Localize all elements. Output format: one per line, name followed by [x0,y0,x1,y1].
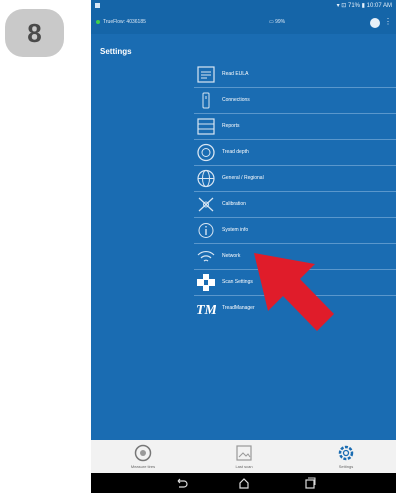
menu-item-label: Reports [222,123,240,129]
menu-item-read-eula[interactable]: Read EULA [194,62,396,88]
menu-item-label: Calibration [222,201,246,207]
truflow-label: TrueFlow: 4036185 [103,19,146,25]
menu-item-calibration[interactable]: Calibration [194,192,396,218]
menu-item-network[interactable]: Network [194,244,396,270]
menu-item-reports[interactable]: Reports [194,114,396,140]
globe-icon [196,169,216,188]
menu-item-label: Tread depth [222,149,249,155]
connection-status-dot [96,20,100,24]
recents-icon[interactable] [303,476,317,490]
menu-item-connections[interactable]: Connections [194,88,396,114]
phone-screen: ▾ ⊡ 71% ▮ 10:07 AM TrueFlow: 4036185 ▭ 9… [91,0,396,493]
back-icon[interactable] [174,476,188,490]
tm-logo-icon: TM [196,299,216,318]
menu-item-general-regional[interactable]: General / Regional [194,166,396,192]
menu-item-label: Scan Settings [222,279,253,285]
status-time: ▾ ⊡ 71% ▮ 10:07 AM [336,3,392,9]
settings-title: Settings [100,47,132,56]
profile-button[interactable] [370,18,380,28]
menu-item-label: Read EULA [222,71,249,77]
bottom-tab-bar: Measure tires Last scan Settings [91,440,396,473]
settings-panel: Settings Read EULA Connections Reports T… [91,34,396,440]
menu-item-label: Connections [222,97,250,103]
reports-icon [196,117,216,136]
scan-settings-icon [196,273,216,292]
tab-label: Settings [338,464,354,469]
home-icon[interactable] [237,476,251,490]
step-number: 8 [27,17,42,48]
eula-icon [196,65,216,84]
menu-item-treadmanager[interactable]: TM TreadManager [194,296,396,322]
menu-item-tread-depth[interactable]: Tread depth [194,140,396,166]
system-info-icon [196,221,216,240]
status-bar: ▾ ⊡ 71% ▮ 10:07 AM [91,0,396,12]
tab-label: Measure tires [130,464,156,469]
menu-item-label: TreadManager [222,305,255,311]
step-number-badge: 8 [5,9,64,57]
battery-label: ▭ 99% [269,19,286,25]
android-nav-bar [91,473,396,493]
menu-item-label: General / Regional [222,175,264,181]
tab-label: Last scan [235,464,253,469]
svg-text:TM: TM [196,303,216,318]
menu-item-label: System info [222,227,249,233]
network-icon [196,247,216,266]
tab-measure-tires[interactable]: Measure tires [113,440,173,473]
tab-settings[interactable]: Settings [316,440,376,473]
tread-depth-icon [196,143,216,162]
calibration-icon [196,195,216,214]
app-header: TrueFlow: 4036185 ▭ 99% ⋮ [91,12,396,34]
menu-item-label: Network [222,253,241,259]
kebab-icon[interactable]: ⋮ [384,17,392,26]
connections-icon [196,91,216,110]
menu-item-system-info[interactable]: System info [194,218,396,244]
gear-icon [336,444,356,462]
tire-icon [133,444,153,462]
menu-item-scan-settings[interactable]: Scan Settings [194,270,396,296]
notification-icon [95,3,100,8]
tab-last-scan[interactable]: Last scan [214,440,274,473]
image-icon [234,444,254,462]
